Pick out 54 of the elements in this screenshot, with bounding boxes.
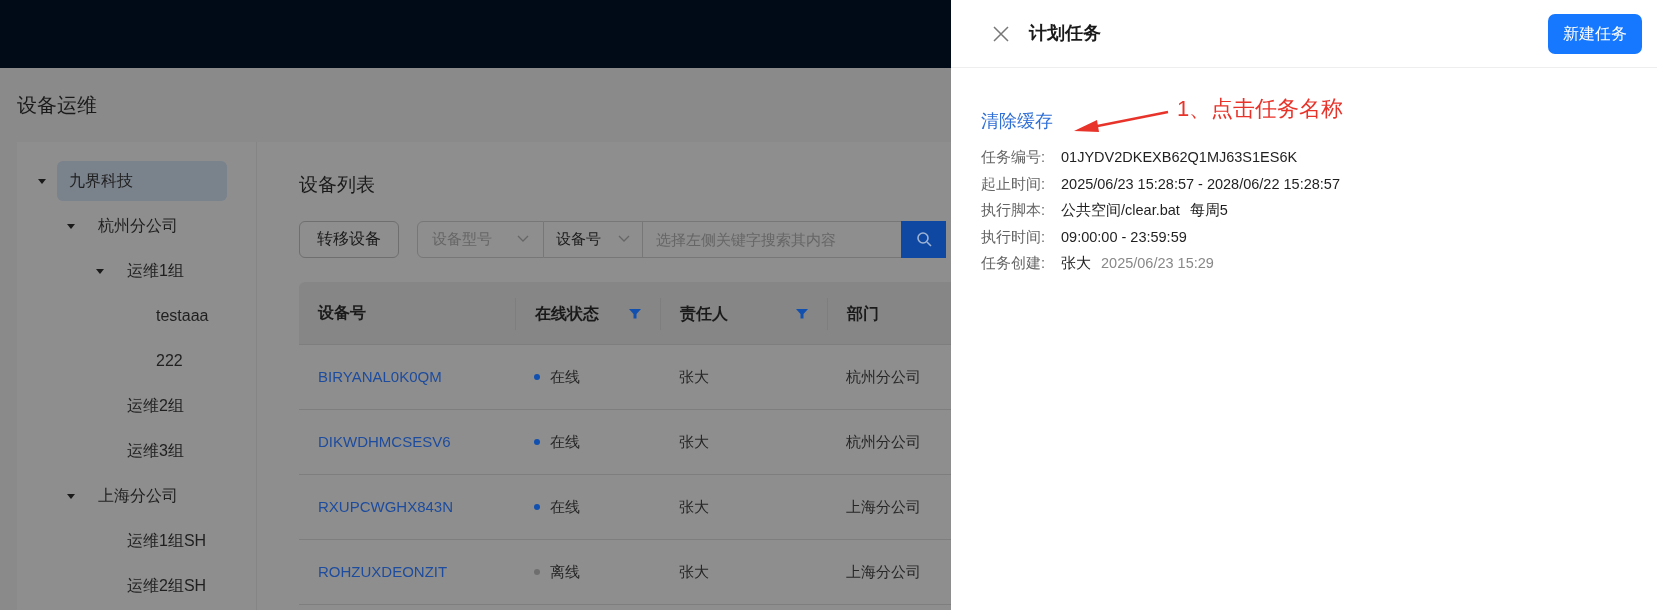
key-select[interactable]: 设备号 bbox=[544, 220, 643, 258]
table-cell-text: 在线 bbox=[550, 366, 580, 387]
field-label: 执行时间: bbox=[981, 227, 1047, 247]
table-cell-text: 张大 bbox=[679, 431, 709, 452]
field-value: 09:00:00 - 23:59:59 bbox=[1061, 227, 1187, 247]
table-cell-text: 在线 bbox=[550, 496, 580, 517]
task-name-link[interactable]: 清除缓存 bbox=[981, 108, 1053, 135]
tree-node[interactable]: 222 bbox=[144, 340, 195, 381]
field-extra: 2025/06/23 15:29 bbox=[1101, 254, 1214, 274]
field-value: 2025/06/23 15:28:57 - 2028/06/22 15:28:57 bbox=[1061, 174, 1340, 194]
annotation-text: 1、点击任务名称 bbox=[1177, 95, 1344, 123]
close-icon[interactable] bbox=[993, 25, 1009, 42]
tree-node[interactable]: 运维2组SH bbox=[115, 565, 219, 606]
page-title: 设备运维 bbox=[17, 93, 97, 118]
table-cell-text: 杭州分公司 bbox=[846, 366, 921, 387]
field-value: 01JYDV2DKEXB62Q1MJ63S1ES6K bbox=[1061, 148, 1298, 168]
field-extra: 每周5 bbox=[1189, 201, 1228, 221]
new-task-button[interactable]: 新建任务 bbox=[1548, 13, 1642, 54]
field-label: 任务创建: bbox=[981, 254, 1047, 274]
tree-node[interactable]: 运维1组 bbox=[115, 250, 196, 291]
transfer-button[interactable]: 转移设备 bbox=[299, 220, 399, 258]
column-header: 在线状态 bbox=[535, 304, 599, 324]
device-link[interactable]: RXUPCWGHX843N bbox=[318, 495, 454, 519]
tree-node[interactable]: 运维2组 bbox=[115, 385, 196, 426]
tree-node[interactable]: testaaa bbox=[144, 295, 221, 336]
tree-node[interactable]: 上海分公司 bbox=[86, 475, 190, 516]
tree-node[interactable]: 运维1组SH bbox=[115, 520, 219, 561]
tree-node[interactable]: 运维3组 bbox=[115, 430, 196, 471]
chevron-down-icon bbox=[618, 235, 630, 243]
search-button[interactable] bbox=[901, 220, 946, 258]
column-header: 设备号 bbox=[318, 303, 366, 323]
field-label: 起止时间: bbox=[981, 174, 1047, 194]
device-link[interactable]: DIKWDHMCSESV6 bbox=[318, 430, 451, 454]
table-cell-text: 张大 bbox=[679, 496, 709, 517]
device-link[interactable]: BIRYANAL0K0QM bbox=[318, 365, 442, 389]
field-label: 任务编号: bbox=[981, 148, 1047, 168]
chevron-down-icon bbox=[517, 235, 529, 243]
table-cell-text: 张大 bbox=[679, 366, 709, 387]
table-cell-text: 上海分公司 bbox=[846, 496, 921, 517]
field-label: 执行脚本: bbox=[981, 201, 1047, 221]
table-cell-text: 上海分公司 bbox=[846, 561, 921, 582]
table-cell-text: 在线 bbox=[550, 431, 580, 452]
list-title: 设备列表 bbox=[299, 172, 375, 197]
field-value: 公共空间/clear.bat bbox=[1061, 201, 1180, 221]
drawer-title: 计划任务 bbox=[1029, 22, 1101, 45]
column-header: 部门 bbox=[847, 304, 879, 324]
table-cell-text: 离线 bbox=[550, 561, 580, 582]
search-icon bbox=[915, 231, 932, 247]
column-header: 责任人 bbox=[680, 304, 728, 325]
table-cell-text: 杭州分公司 bbox=[846, 431, 921, 452]
field-value: 张大 bbox=[1061, 254, 1091, 274]
table-cell-text: 张大 bbox=[679, 561, 709, 582]
tree-node[interactable]: 九界科技 bbox=[57, 160, 227, 201]
tree-node[interactable]: 杭州分公司 bbox=[86, 205, 190, 246]
